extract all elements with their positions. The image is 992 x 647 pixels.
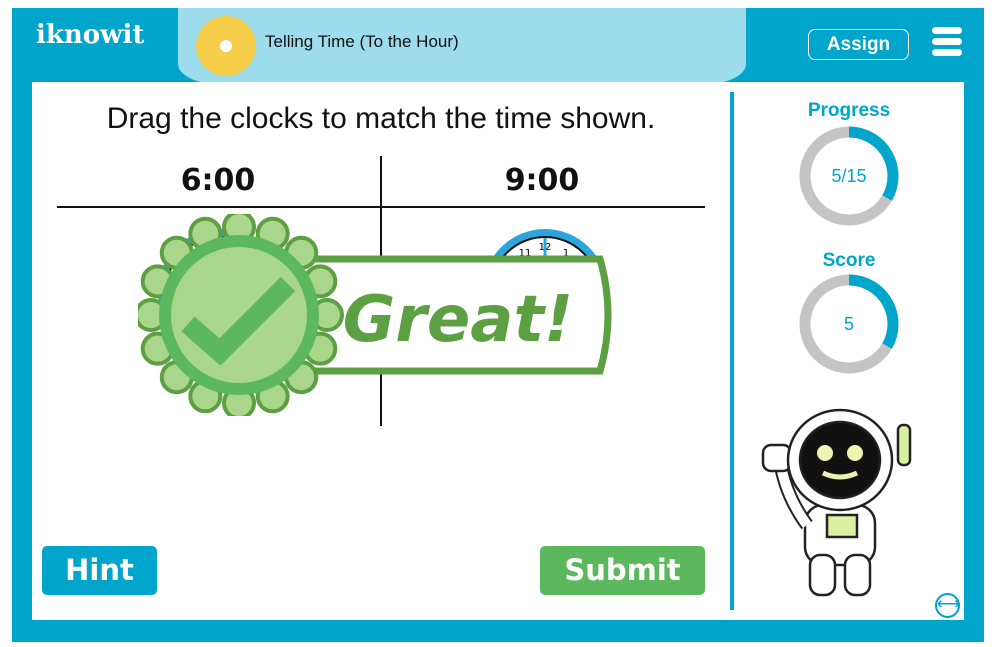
great-badge: Great! bbox=[138, 214, 612, 416]
progress-value: 5/15 bbox=[831, 166, 867, 186]
robot-mascot bbox=[761, 408, 912, 597]
instruction: Drag the clocks to match the time shown. bbox=[106, 102, 656, 135]
lesson-title: Telling Time (To the Hour) bbox=[265, 32, 459, 51]
swap-arrows-icon[interactable]: ⟷ bbox=[935, 593, 960, 618]
score-value: 5 bbox=[843, 314, 854, 334]
divider bbox=[730, 92, 734, 610]
column-header-1: 6:00 bbox=[180, 163, 256, 198]
submit-button[interactable]: Submit bbox=[540, 546, 705, 595]
score-label: Score bbox=[822, 250, 876, 271]
sun-icon bbox=[196, 16, 256, 76]
iknowit-logo[interactable]: iknowit bbox=[36, 20, 144, 50]
progress-label: Progress bbox=[807, 100, 891, 121]
assign-button[interactable]: Assign bbox=[808, 29, 909, 60]
hint-button[interactable]: Hint bbox=[42, 546, 157, 595]
feedback-text: Great! bbox=[343, 283, 573, 357]
column-header-2: 9:00 bbox=[504, 163, 580, 198]
hamburger-icon[interactable] bbox=[932, 27, 962, 60]
title-bar bbox=[178, 8, 746, 84]
